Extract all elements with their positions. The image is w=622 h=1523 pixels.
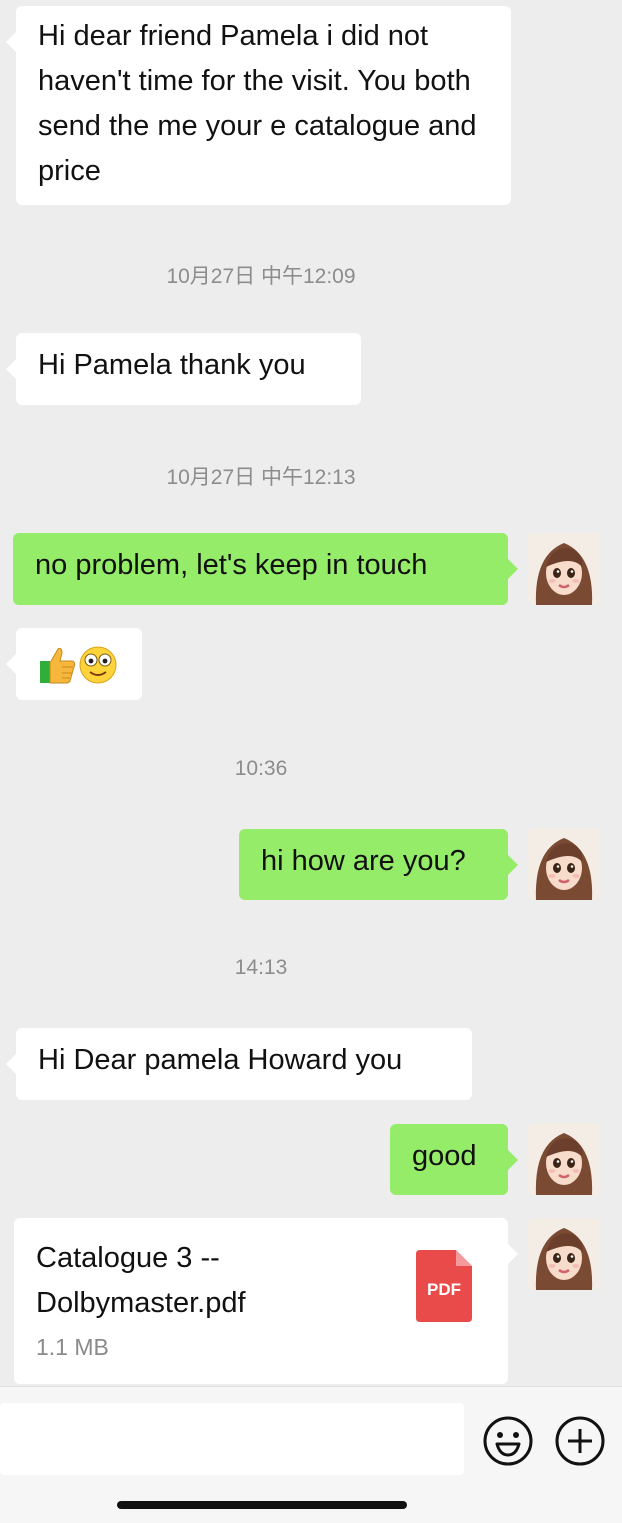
file-size: 1.1 MB [36, 1334, 109, 1360]
avatar-image [528, 828, 600, 900]
timestamp: 10月27日 中午12:13 [166, 466, 356, 489]
message-bubble-incoming[interactable] [6, 628, 142, 700]
thumbs-up-icon [38, 645, 76, 699]
avatar[interactable] [528, 1218, 600, 1290]
message-bubble-outgoing[interactable]: no problem, let's keep in touch [13, 533, 518, 605]
smiling-face-icon [78, 645, 118, 699]
message-text: Hi Dear pamela Howard you [38, 1044, 403, 1076]
message-bubble-outgoing[interactable]: hi how are you? [239, 829, 518, 900]
timestamp: 10月27日 中午12:09 [166, 265, 356, 288]
message-text: no problem, let's keep in touch [35, 549, 428, 581]
message-bubble-incoming[interactable]: Hi dear friend Pamela i did not haven't … [6, 6, 511, 205]
smiley-face-icon[interactable] [482, 1415, 534, 1467]
message-bubble-incoming[interactable]: Hi Dear pamela Howard you [6, 1028, 472, 1100]
chat-input-bar [0, 1386, 622, 1523]
message-bubble-incoming[interactable]: Hi Pamela thank you [6, 333, 361, 405]
avatar[interactable] [528, 1123, 600, 1195]
message-text: Hi dear friend Pamela i did not haven't … [38, 20, 477, 187]
avatar-image [528, 533, 600, 605]
avatar-image [528, 1218, 600, 1290]
message-text: hi how are you? [261, 845, 466, 877]
file-name: Catalogue 3 -- Dolbymaster.pdf [36, 1242, 246, 1319]
home-indicator [117, 1501, 407, 1509]
avatar[interactable] [528, 533, 600, 605]
message-bubble-outgoing[interactable]: good [390, 1124, 518, 1195]
message-text: good [412, 1140, 477, 1172]
plus-circle-icon[interactable] [554, 1415, 606, 1467]
avatar-image [528, 1123, 600, 1195]
file-message-card[interactable]: Catalogue 3 -- Dolbymaster.pdf 1.1 MB PD… [14, 1218, 518, 1384]
timestamp: 10:36 [234, 757, 288, 780]
avatar[interactable] [528, 828, 600, 900]
message-input[interactable] [0, 1403, 464, 1475]
timestamp: 14:13 [234, 956, 288, 979]
pdf-type-label: PDF [427, 1280, 461, 1299]
message-text: Hi Pamela thank you [38, 349, 306, 381]
